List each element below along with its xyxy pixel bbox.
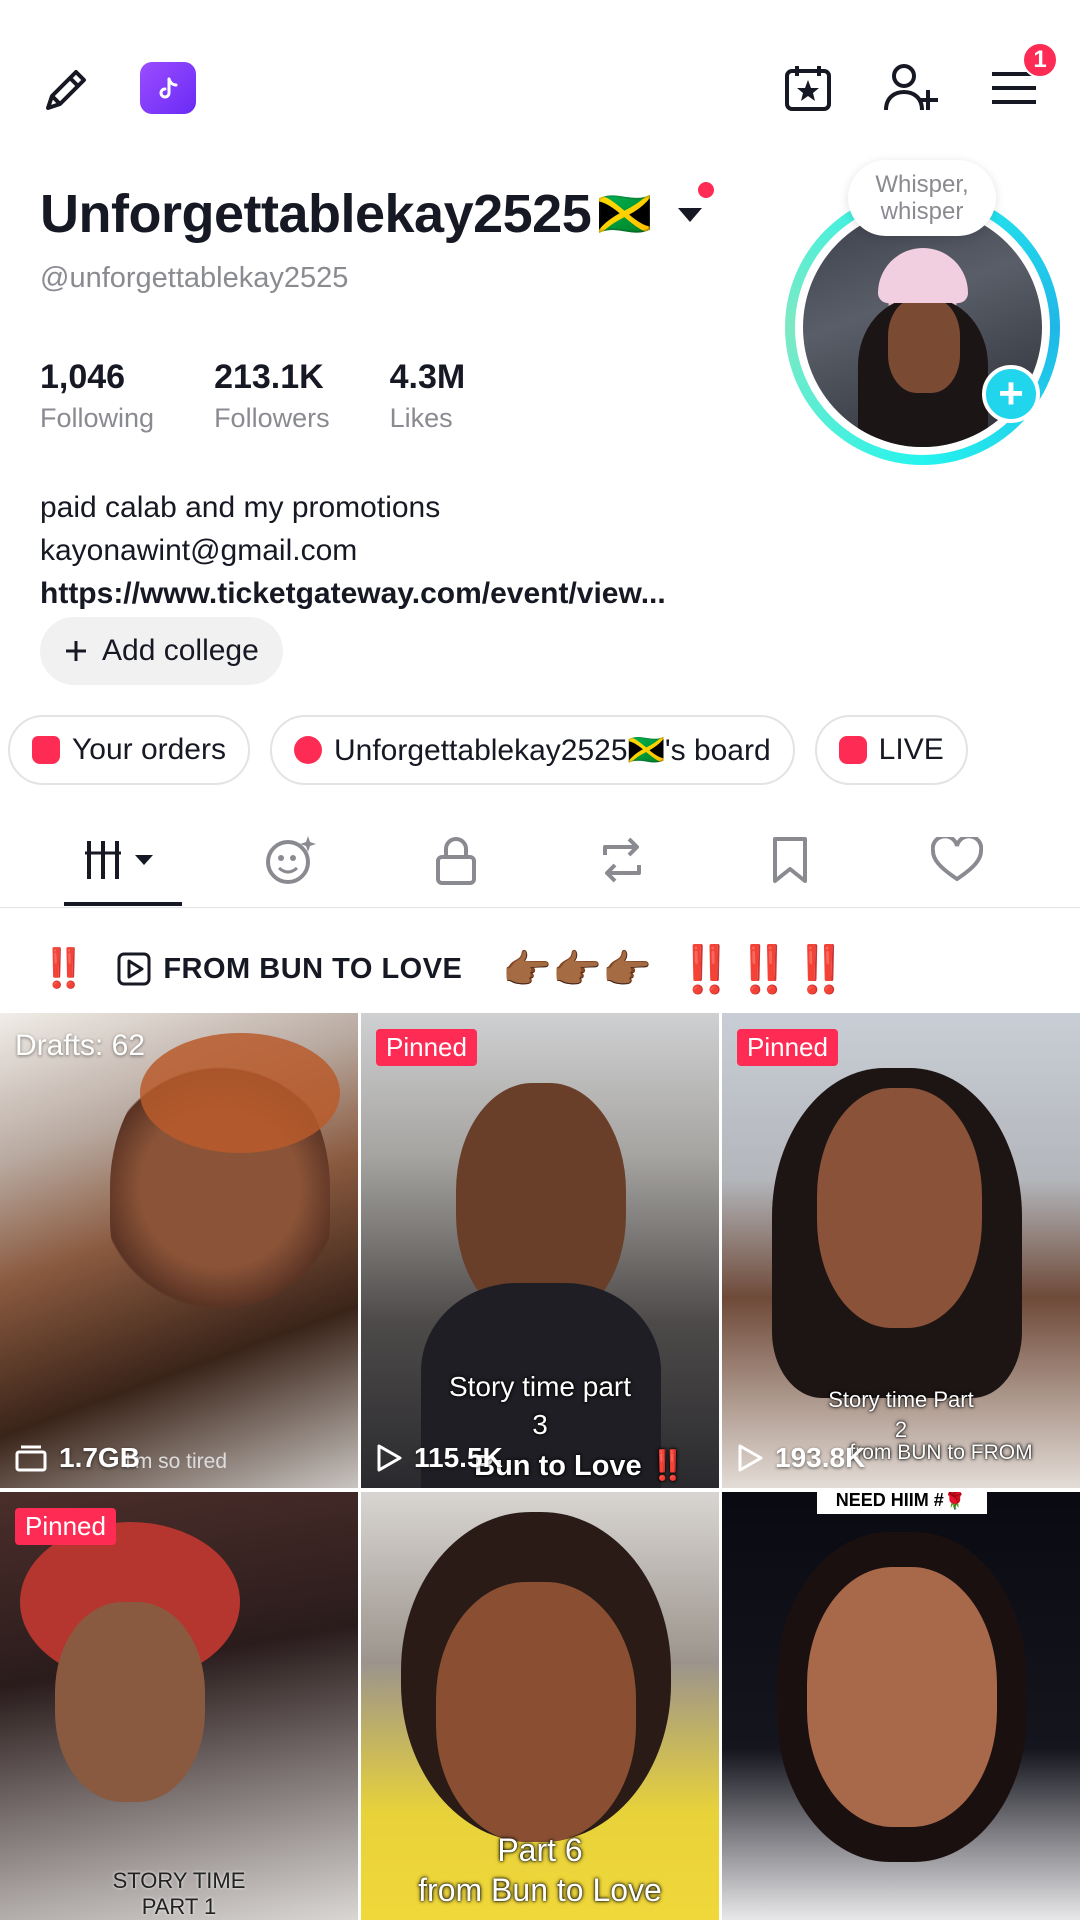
live-bars-icon <box>838 736 867 764</box>
video-thumbnail[interactable]: Part 6 from Bun to Love <box>361 1492 719 1920</box>
tab-liked[interactable] <box>907 812 1007 908</box>
video-small-caption: I'm so tired <box>125 1450 228 1473</box>
pinned-badge: Pinned <box>15 1508 116 1545</box>
video-thumbnail[interactable]: NEED HIIM #🌹 <box>722 1492 1080 1920</box>
video-caption: Story time Part 2 <box>828 1387 974 1442</box>
view-count: 115.5K <box>376 1442 503 1474</box>
pinned-badge: Pinned <box>376 1029 477 1066</box>
video-thumbnail[interactable]: Pinned STORY TIME PART 1 OF <box>0 1492 358 1920</box>
add-college-button[interactable]: Add college <box>40 617 283 685</box>
bio-line: paid calab and my promotions <box>40 491 441 524</box>
username-handle: @unforgettablekay2525 <box>40 262 349 294</box>
playlist-title: FROM BUN TO LOVE <box>163 952 463 985</box>
add-college-label: Add college <box>102 634 259 667</box>
bio: paid calab and my promotions kayonawint@… <box>40 486 666 615</box>
profile-shortcuts: Your orders Unforgettablekay2525🇯🇲's boa… <box>8 715 968 785</box>
active-tab-indicator <box>64 902 182 906</box>
video-caption: NEED HIIM #🌹 <box>835 1492 967 1510</box>
stat-value: 1,046 <box>40 358 126 396</box>
content-tabs <box>0 812 1080 908</box>
play-icon <box>738 1444 763 1472</box>
bio-email: kayonawint@gmail.com <box>40 534 358 567</box>
chip-live[interactable]: LIVE <box>814 715 968 785</box>
playlist-prefix: ‼️ <box>40 948 88 990</box>
play-icon <box>377 1444 402 1472</box>
display-name: Unforgettablekay2525 🇯🇲 <box>40 182 714 245</box>
video-grid: Drafts: 62 I'm so tired 1.7GB Pinned Sto… <box>0 1013 1080 1920</box>
playlist-hands: 👉🏾👉🏾👉🏾 <box>502 947 652 992</box>
stat-label: Followers <box>214 403 330 433</box>
stat-followers[interactable]: 213.1K Followers <box>214 358 330 434</box>
pinned-badge: Pinned <box>737 1029 838 1066</box>
stat-label: Likes <box>389 403 453 433</box>
stat-likes[interactable]: 4.3M Likes <box>390 358 466 434</box>
stat-value: 4.3M <box>389 358 466 396</box>
drafts-stack-icon <box>15 1445 47 1472</box>
video-caption: Part 6 <box>497 1832 583 1868</box>
playlist-row[interactable]: ‼️ FROM BUN TO LOVE 👉🏾👉🏾👉🏾 ‼️‼️‼️ <box>0 920 1080 1018</box>
menu-notification-badge: 1 <box>1022 42 1058 78</box>
stat-following[interactable]: 1,046 Following <box>40 358 154 434</box>
draft-size: 1.7GB <box>15 1442 140 1474</box>
add-friend-icon[interactable] <box>880 58 942 118</box>
playlist-marks: ‼️‼️‼️ <box>677 942 850 995</box>
tab-reposts[interactable] <box>572 812 672 908</box>
add-story-button[interactable]: + <box>982 365 1040 423</box>
video-caption: Story time part 3 <box>448 1371 632 1440</box>
avatar-note-bubble[interactable]: Whisper, whisper <box>848 160 996 236</box>
tab-favorites[interactable] <box>740 812 840 908</box>
drafts-count: Drafts: 62 <box>15 1029 146 1062</box>
video-thumbnail[interactable]: Pinned Story time part 3 Bun to Love ‼️ … <box>361 1013 719 1488</box>
stat-value: 213.1K <box>214 358 324 396</box>
video-thumbnail[interactable]: Drafts: 62 I'm so tired 1.7GB <box>0 1013 358 1488</box>
view-count: 193.8K <box>737 1442 865 1474</box>
top-bar: 1 <box>0 0 1080 180</box>
edit-pencil-icon[interactable] <box>36 60 96 120</box>
board-icon <box>293 736 322 764</box>
tab-videos[interactable] <box>64 812 182 908</box>
plus-icon <box>66 641 86 661</box>
shopping-bag-icon <box>32 736 60 764</box>
sparkle-face-icon <box>266 836 316 884</box>
lock-icon <box>436 837 476 885</box>
tab-highlights[interactable] <box>240 812 340 908</box>
profile-stats: 1,046 Following 213.1K Followers 4.3M Li… <box>40 358 465 434</box>
bio-link[interactable]: https://www.ticketgateway.com/event/view… <box>40 572 666 615</box>
stat-label: Following <box>40 403 155 433</box>
tab-private[interactable] <box>406 812 506 908</box>
tiktok-studio-icon[interactable] <box>140 62 196 114</box>
video-caption: STORY TIME PART 1 <box>112 1868 246 1919</box>
display-name-text: Unforgettablekay2525 <box>40 184 592 244</box>
video-thumbnail[interactable]: Pinned Story time Part 2 from BUN to FRO… <box>722 1013 1080 1488</box>
video-caption-secondary: from Bun to Love <box>418 1872 662 1908</box>
flag-emoji: 🇯🇲 <box>597 190 652 239</box>
repost-icon <box>603 837 641 883</box>
bookmark-icon <box>773 837 807 883</box>
heart-icon <box>931 837 983 882</box>
account-switch-chevron-icon[interactable] <box>676 182 714 224</box>
chip-board[interactable]: Unforgettablekay2525🇯🇲's board <box>269 715 795 785</box>
chip-your-orders[interactable]: Your orders <box>8 715 250 785</box>
chip-label: Unforgettablekay2525🇯🇲's board <box>333 733 771 767</box>
videos-grid-icon <box>85 841 153 879</box>
chip-label: LIVE <box>878 733 944 766</box>
chip-label: Your orders <box>72 733 226 766</box>
calendar-star-icon[interactable] <box>780 60 836 116</box>
play-square-icon <box>117 952 151 986</box>
account-dot-icon <box>697 182 714 198</box>
